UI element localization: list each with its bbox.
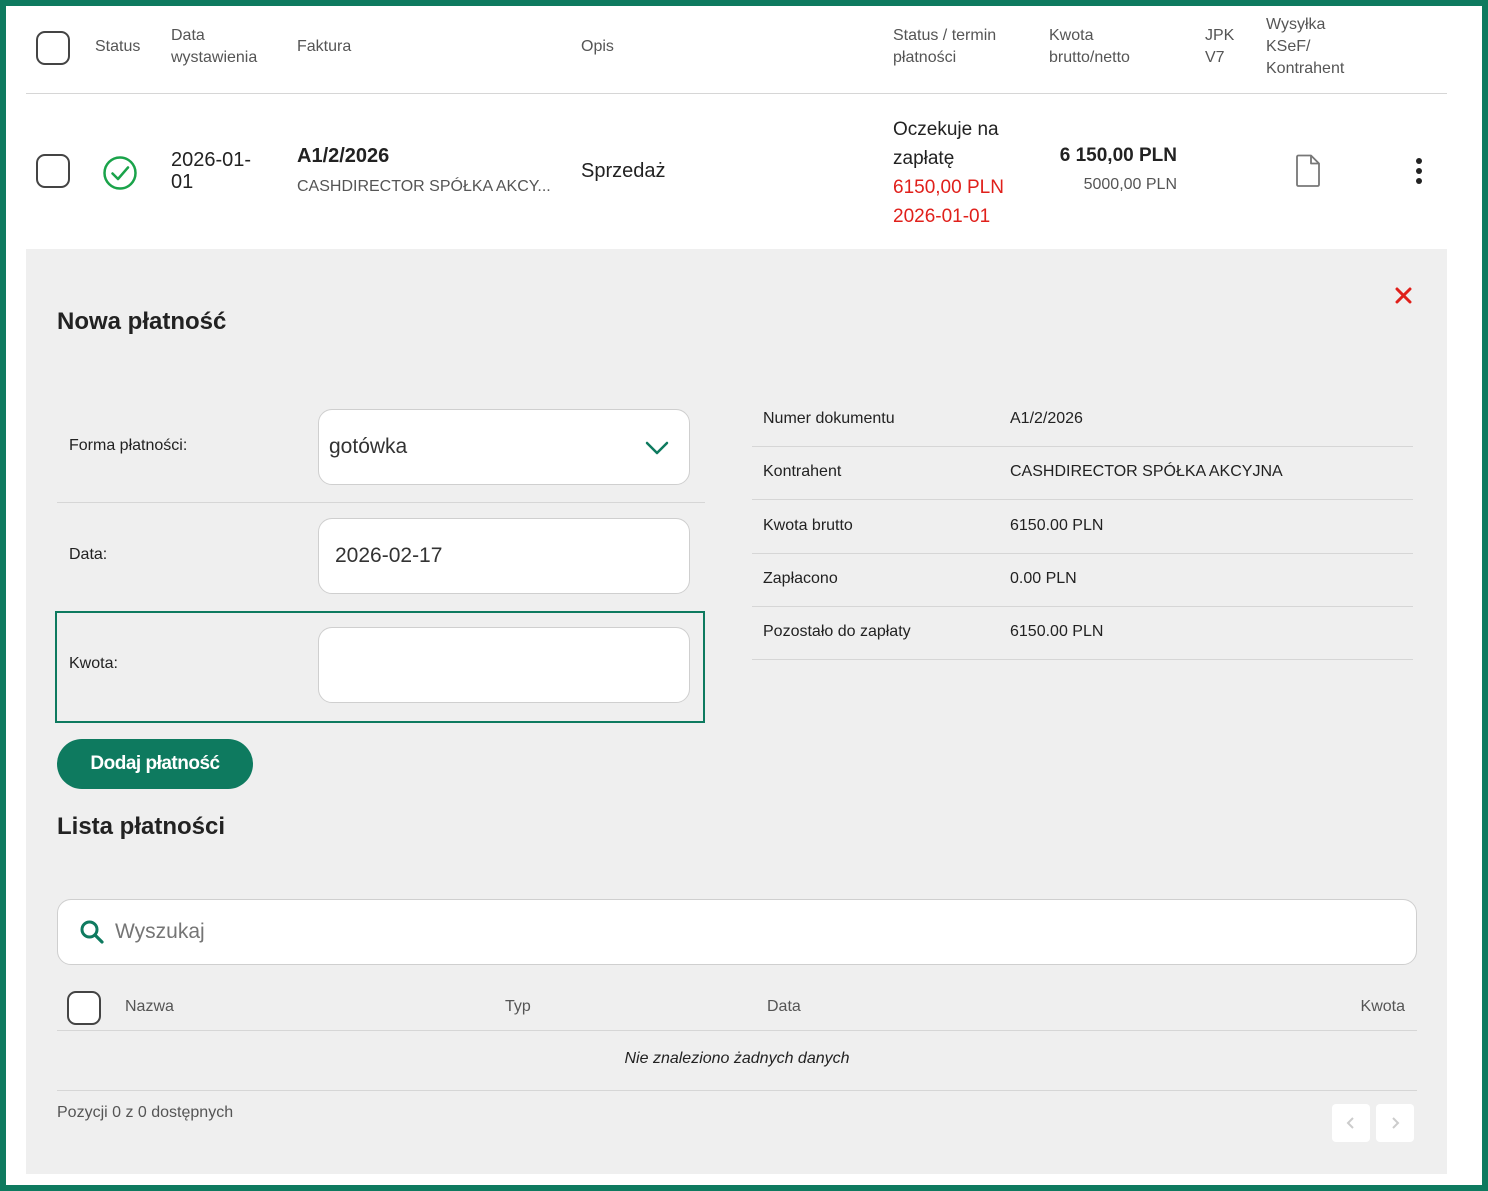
row-gross-amount: 6 150,00 PLN	[1059, 145, 1177, 166]
row-issue-date-line1: 2026-01-	[171, 149, 252, 171]
header-divider	[26, 93, 1447, 94]
row-net-amount: 5000,00 PLN	[1083, 176, 1177, 193]
row-checkbox[interactable]	[36, 154, 70, 188]
more-vertical-icon[interactable]	[1411, 156, 1427, 188]
prev-page-button[interactable]	[1332, 1104, 1370, 1142]
info-divider-5	[752, 659, 1413, 660]
payment-method-label: Forma płatności:	[69, 437, 188, 454]
header-ksef[interactable]: Wysyłka KSeF/ Kontrahent	[1266, 14, 1344, 80]
new-payment-title: Nowa płatność	[57, 308, 227, 335]
header-payment-status-line1: Status / termin	[893, 27, 997, 44]
date-label: Data:	[69, 546, 108, 563]
info-divider-1	[752, 446, 1413, 447]
info-value-paid: 0.00 PLN	[1010, 570, 1077, 587]
info-label-remaining: Pozostało do zapłaty	[763, 623, 911, 640]
search-bar[interactable]	[57, 899, 1417, 965]
payment-list-title: Lista płatności	[57, 813, 226, 840]
header-payment-status[interactable]: Status / termin płatności	[893, 25, 996, 69]
info-divider-3	[752, 553, 1413, 554]
header-ksef-line2: KSeF/	[1266, 38, 1311, 55]
list-header-name[interactable]: Nazwa	[125, 996, 174, 1018]
list-footer-count: Pozycji 0 z 0 dostępnych	[57, 1104, 234, 1121]
row-payment-amount: 6150,00 PLN	[893, 177, 1004, 198]
row-issue-date: 2026-01- 01	[171, 149, 251, 193]
header-issue-date[interactable]: Data wystawienia	[171, 25, 257, 69]
payment-method-value: gotówka	[329, 435, 408, 458]
chevron-right-icon	[1392, 1117, 1400, 1129]
info-label-gross: Kwota brutto	[763, 517, 853, 534]
info-label-counterparty: Kontrahent	[763, 463, 842, 480]
row-payment-status-line1: Oczekuje na	[893, 119, 999, 140]
info-divider-4	[752, 606, 1413, 607]
next-page-button[interactable]	[1376, 1104, 1414, 1142]
info-value-counterparty: CASHDIRECTOR SPÓŁKA AKCYJNA	[1010, 463, 1283, 480]
search-input[interactable]	[115, 920, 1365, 944]
row-payment-status-line2: zapłatę	[893, 148, 955, 169]
payment-method-select[interactable]: gotówka	[318, 409, 690, 485]
chevron-left-icon	[1346, 1117, 1354, 1129]
document-icon[interactable]	[1295, 154, 1321, 188]
list-header-type[interactable]: Typ	[505, 996, 531, 1018]
chevron-down-icon	[645, 441, 669, 455]
close-icon[interactable]	[1395, 287, 1412, 304]
header-issue-date-line2: wystawienia	[171, 49, 258, 66]
row-invoice-counterparty: CASHDIRECTOR SPÓŁKA AKCY...	[297, 178, 551, 195]
check-circle-icon	[103, 156, 137, 190]
row-payment-status: Oczekuje na zapłatę 6150,00 PLN 2026-01-…	[893, 115, 1004, 231]
header-amount-line2: brutto/netto	[1049, 49, 1130, 66]
header-jpk-line1: JPK	[1205, 27, 1235, 44]
header-amount[interactable]: Kwota brutto/netto	[1049, 25, 1130, 69]
row-description: Sprzedaż	[581, 160, 666, 182]
header-payment-status-line2: płatności	[893, 49, 957, 66]
amount-label: Kwota:	[69, 655, 118, 672]
list-select-all-checkbox[interactable]	[67, 991, 101, 1025]
select-all-checkbox[interactable]	[36, 31, 70, 65]
info-label-paid: Zapłacono	[763, 570, 838, 587]
list-header-divider	[57, 1030, 1417, 1031]
header-status[interactable]: Status	[95, 36, 140, 58]
amount-field[interactable]	[318, 627, 690, 703]
info-value-gross: 6150.00 PLN	[1010, 517, 1104, 534]
header-amount-line1: Kwota	[1049, 27, 1094, 44]
add-payment-button[interactable]: Dodaj płatność	[57, 739, 253, 789]
header-jpk-line2: V7	[1205, 49, 1225, 66]
date-field[interactable]: 2026-02-17	[318, 518, 690, 594]
info-divider-2	[752, 499, 1413, 500]
info-value-remaining: 6150.00 PLN	[1010, 623, 1104, 640]
row-issue-date-line2: 01	[171, 171, 194, 193]
info-label-document-number: Numer dokumentu	[763, 410, 895, 427]
form-divider-1	[57, 502, 705, 503]
header-issue-date-line1: Data	[171, 27, 205, 44]
info-value-document-number: A1/2/2026	[1010, 410, 1083, 427]
header-jpk[interactable]: JPK V7	[1205, 25, 1234, 69]
list-header-date[interactable]: Data	[767, 996, 801, 1018]
row-invoice-number[interactable]: A1/2/2026	[297, 145, 389, 168]
header-description[interactable]: Opis	[581, 36, 614, 58]
header-invoice[interactable]: Faktura	[297, 36, 351, 58]
list-body-divider	[57, 1090, 1417, 1091]
header-ksef-line1: Wysyłka	[1266, 16, 1326, 33]
header-ksef-line3: Kontrahent	[1266, 60, 1345, 77]
row-payment-due: 2026-01-01	[893, 206, 991, 227]
date-value: 2026-02-17	[335, 544, 443, 567]
search-icon	[80, 920, 104, 944]
list-header-amount[interactable]: Kwota	[1300, 996, 1405, 1018]
empty-state-message: Nie znaleziono żadnych danych	[624, 1050, 850, 1067]
